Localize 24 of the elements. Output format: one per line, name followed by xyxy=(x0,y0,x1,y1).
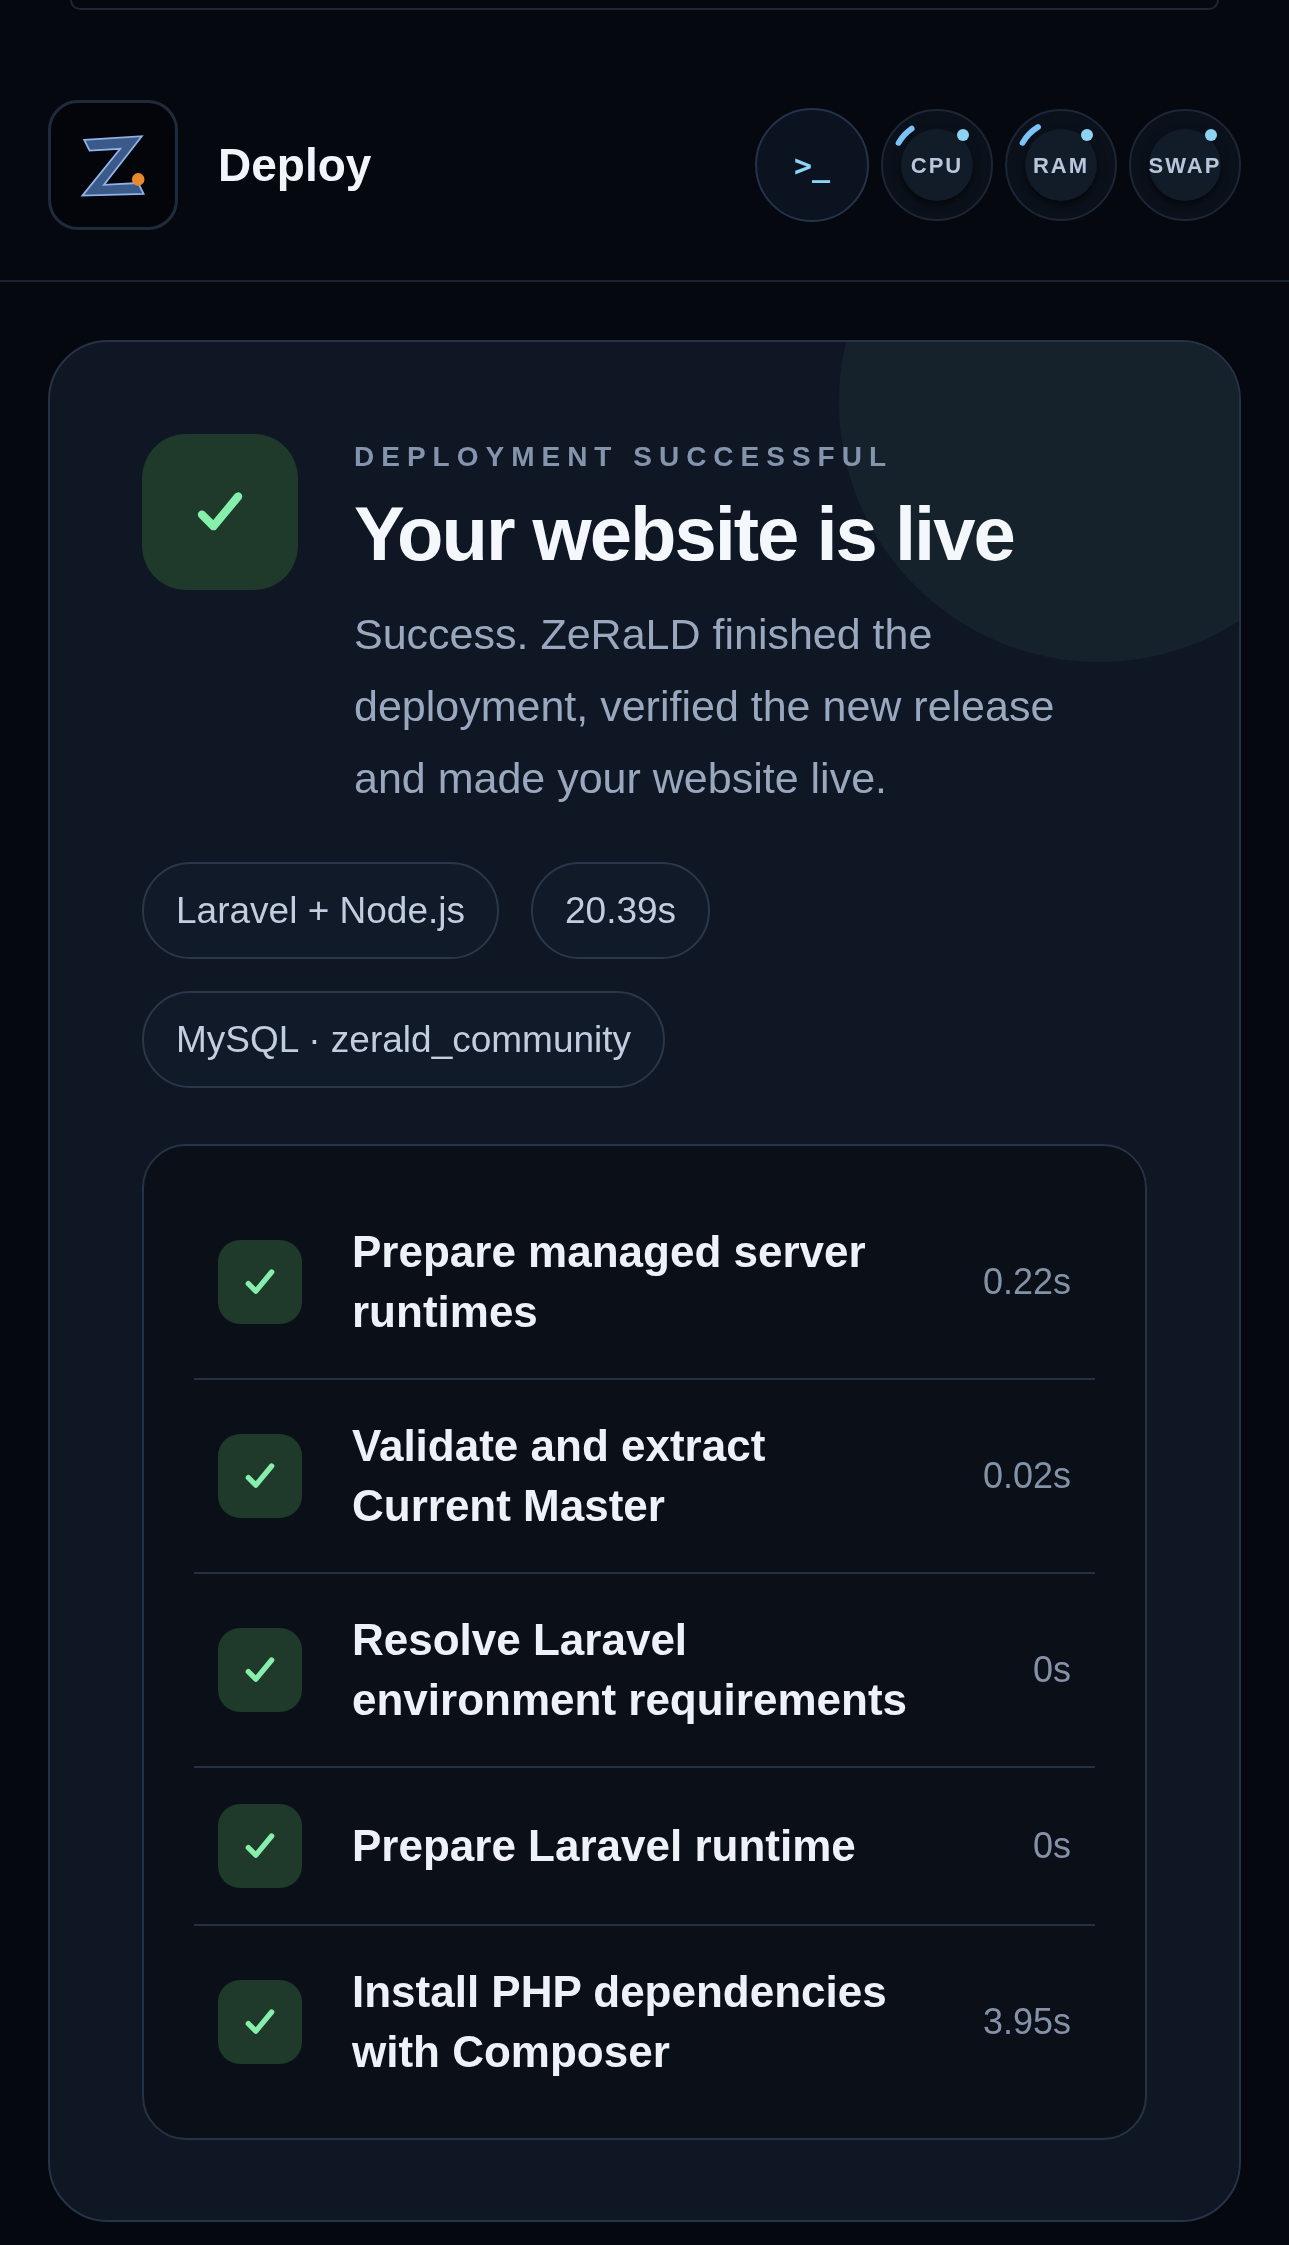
result-description: Success. ZeRaLD finished the deployment, verified the new release and made your website live. xyxy=(354,609,1056,804)
status-eyebrow: DEPLOYMENT SUCCESSFUL xyxy=(354,440,895,474)
step-label: Validate and extract Current Master xyxy=(352,1420,767,1532)
step-duration: 3.95s xyxy=(982,2000,1071,2044)
step-duration: 0.02s xyxy=(982,1454,1071,1498)
info-chip: Laravel + Node.js xyxy=(142,862,499,959)
gauge-label: RAM xyxy=(1032,151,1090,180)
step-label: Resolve Laravel environment requirements xyxy=(352,1614,909,1726)
gauge-label: CPU xyxy=(910,151,964,180)
gauge-label: SWAP xyxy=(1148,151,1222,180)
info-chip: MySQL · zerald_community xyxy=(142,991,666,1088)
gauge-button[interactable]: SWAP xyxy=(1129,109,1241,221)
page-title: Deploy xyxy=(218,137,372,193)
step-label: Prepare Laravel runtime xyxy=(352,1820,857,1872)
step-duration: 0s xyxy=(1032,1648,1071,1692)
info-chip: 20.39s xyxy=(531,862,711,959)
step-label: Prepare managed server runtimes xyxy=(352,1226,867,1338)
step-duration: 0s xyxy=(1032,1824,1071,1868)
terminal-button[interactable]: >_ xyxy=(755,108,869,222)
step-duration: 0.22s xyxy=(982,1260,1071,1304)
step-label: Install PHP dependencies with Composer xyxy=(352,1966,888,2078)
result-title: Your website is live xyxy=(354,496,1015,572)
gauge-button[interactable]: CPU xyxy=(881,109,993,221)
gauge-button[interactable]: RAM xyxy=(1005,109,1117,221)
